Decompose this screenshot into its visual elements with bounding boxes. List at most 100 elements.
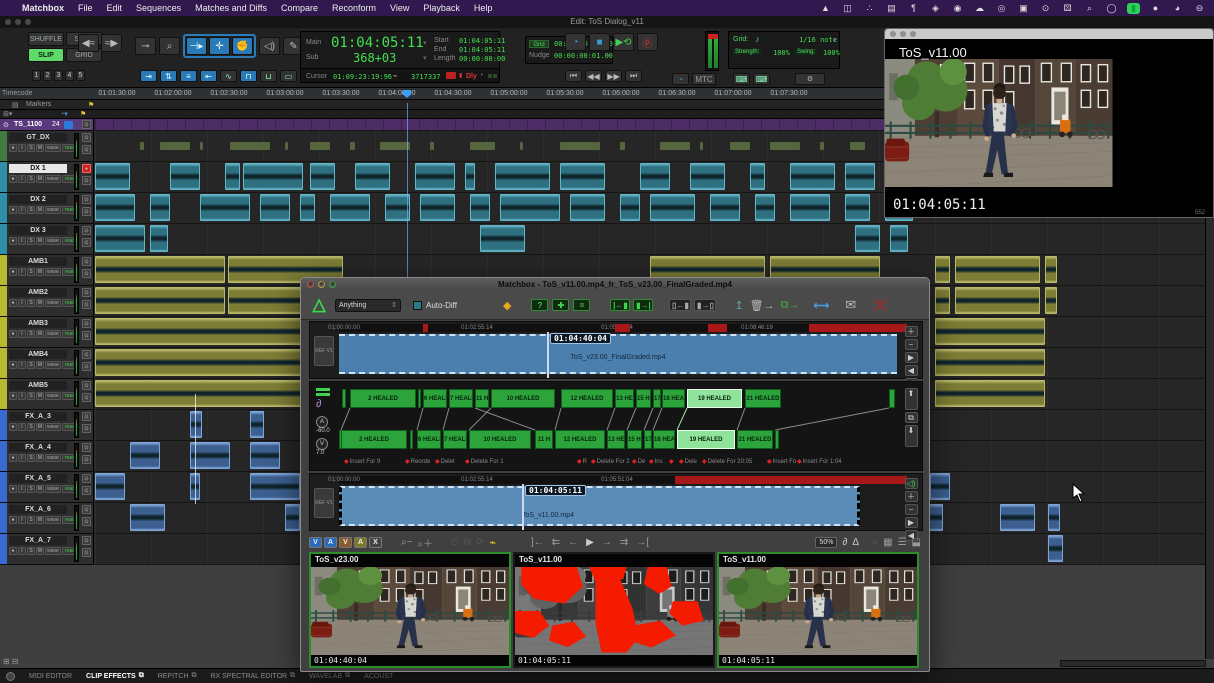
- zoom-preset-5[interactable]: 5: [76, 70, 85, 81]
- track-btn-S[interactable]: S: [27, 237, 35, 245]
- output-window-icon[interactable]: ⊡: [82, 226, 91, 235]
- audio-clip[interactable]: [730, 142, 750, 150]
- audio-clip[interactable]: [1045, 287, 1057, 314]
- selector-tool-icon[interactable]: ✛: [209, 37, 230, 55]
- healed-segment[interactable]: 17: [653, 389, 661, 408]
- change-marker[interactable]: ◆: [669, 458, 675, 465]
- menu-item-matches-and-diffs[interactable]: Matches and Diffs: [195, 3, 267, 13]
- output-window-icon[interactable]: ⊡: [82, 443, 91, 452]
- waveform-view-selector[interactable]: wave: [45, 423, 61, 431]
- video-online-icon[interactable]: [64, 121, 73, 129]
- zoom-preset-1[interactable]: 1: [32, 70, 41, 81]
- healed-segment[interactable]: 2 HEALED: [341, 430, 407, 449]
- track-btn-I[interactable]: I: [18, 330, 26, 338]
- track-name[interactable]: AMB2: [9, 288, 67, 297]
- healed-segment[interactable]: 19 HEALED: [687, 389, 742, 408]
- track-btn-●[interactable]: ●: [9, 423, 17, 431]
- track-btn-M[interactable]: M: [36, 423, 44, 431]
- track-btn-S[interactable]: S: [27, 454, 35, 462]
- insert-icon[interactable]: ⊡: [82, 238, 91, 247]
- status-icon-16[interactable]: ◕: [1171, 3, 1184, 13]
- track-btn-I[interactable]: I: [18, 423, 26, 431]
- audio-clip[interactable]: [955, 256, 1040, 283]
- rewind-button[interactable]: ◀◀: [585, 70, 602, 82]
- nudge-match-right-icon[interactable]: ▮→▯: [694, 299, 716, 311]
- video-window[interactable]: ToS_v11.00 01:04:05:11 552: [884, 28, 1214, 218]
- audio-clip[interactable]: [250, 442, 280, 469]
- step-back-icon[interactable]: ←: [568, 537, 578, 548]
- healed-segment[interactable]: 15 HE: [627, 430, 642, 449]
- main-counter[interactable]: 01:04:05:11: [331, 35, 424, 51]
- edit-function-icon-2[interactable]: ≡: [180, 70, 197, 82]
- audio-clip[interactable]: [470, 194, 490, 221]
- waveform-view-selector[interactable]: wave: [45, 485, 61, 493]
- track-btn-●[interactable]: ●: [9, 485, 17, 493]
- grid-note-value[interactable]: 1/16 note: [799, 36, 837, 44]
- audio-clip[interactable]: [465, 163, 475, 190]
- status-icon-5[interactable]: ◈: [929, 3, 942, 14]
- track-btn-M[interactable]: M: [36, 547, 44, 555]
- waveform-view-selector[interactable]: wave: [45, 547, 61, 555]
- track-name[interactable]: AMB3: [9, 319, 67, 328]
- sub-counter[interactable]: 368+03: [353, 51, 396, 65]
- audio-clip[interactable]: [130, 442, 160, 469]
- track-btn-●[interactable]: ●: [9, 237, 17, 245]
- layout-view-icon[interactable]: ⬓: [912, 537, 921, 548]
- track-btn-●[interactable]: ●: [9, 144, 17, 152]
- audio-clip[interactable]: [430, 142, 434, 150]
- bottom-tab-acoust[interactable]: ACOUST: [364, 673, 393, 680]
- audio-clip[interactable]: [820, 142, 824, 150]
- audio-clip[interactable]: [250, 411, 264, 438]
- track-btn-●[interactable]: ●: [9, 206, 17, 214]
- track-btn-M[interactable]: M: [36, 361, 44, 369]
- play-back-icon[interactable]: ◀: [905, 365, 918, 376]
- swing-value[interactable]: 100%: [823, 49, 840, 57]
- status-icon-3[interactable]: ▤: [885, 3, 898, 14]
- edit-function-icon-5[interactable]: ⊓: [240, 70, 257, 82]
- menu-item-help[interactable]: Help: [474, 3, 493, 13]
- waveform-view-selector[interactable]: wave: [45, 237, 61, 245]
- menu-item-edit[interactable]: Edit: [107, 3, 123, 13]
- lightbulb-icon[interactable]: ⚑: [80, 110, 86, 118]
- healed-segment[interactable]: [775, 430, 779, 449]
- insert-icon[interactable]: ⊡: [82, 362, 91, 371]
- zoom-out-tool[interactable]: ◀≈: [78, 34, 99, 52]
- change-marker[interactable]: ◆Dele: [679, 458, 697, 465]
- merge-up-icon[interactable]: ↥: [734, 299, 743, 312]
- audio-clip[interactable]: [230, 142, 270, 150]
- track-name[interactable]: AMB4: [9, 350, 67, 359]
- audio-clip[interactable]: [95, 256, 225, 283]
- audio-clip[interactable]: [330, 194, 370, 221]
- track-btn-M[interactable]: M: [36, 516, 44, 524]
- audio-clip[interactable]: [95, 163, 130, 190]
- record-enable-icon[interactable]: ●: [82, 164, 91, 173]
- track-btn-S[interactable]: S: [27, 175, 35, 183]
- track-btn-S[interactable]: S: [27, 299, 35, 307]
- audio-clip[interactable]: [495, 163, 550, 190]
- track-name[interactable]: GT_DX: [9, 133, 67, 142]
- track-name[interactable]: DX 1: [9, 164, 67, 173]
- audio-clip[interactable]: [790, 194, 830, 221]
- healed-segment[interactable]: 18 HEAL: [662, 389, 685, 408]
- track-btn-S[interactable]: S: [27, 206, 35, 214]
- healed-segment[interactable]: 18 HEAL: [653, 430, 675, 449]
- track-btn-I[interactable]: I: [18, 268, 26, 276]
- audio-clip[interactable]: [1045, 256, 1057, 283]
- track-btn-M[interactable]: M: [36, 144, 44, 152]
- audio-clip[interactable]: [845, 163, 875, 190]
- insert-icon[interactable]: ⊡: [82, 145, 91, 154]
- audio-clip[interactable]: [570, 194, 605, 221]
- zoom-in-icon[interactable]: ＋: [905, 326, 918, 337]
- healed-segment[interactable]: 21 HEALED: [737, 430, 773, 449]
- ffwd-button[interactable]: ▶▶: [605, 70, 622, 82]
- grabber-tool-icon[interactable]: ✊: [232, 37, 253, 55]
- zoom-in-icon-2[interactable]: ＋: [905, 491, 918, 502]
- edit-function-icon-4[interactable]: ∿: [220, 70, 237, 82]
- track-btn-M[interactable]: M: [36, 175, 44, 183]
- timeline-insertion-icon[interactable]: [446, 72, 456, 79]
- waveform-view-selector[interactable]: wave: [45, 144, 61, 152]
- match-action-1[interactable]: ✚: [552, 299, 569, 311]
- insert-icon[interactable]: ⊡: [82, 424, 91, 433]
- audio-clip[interactable]: [95, 473, 125, 500]
- healed-segment[interactable]: [418, 389, 421, 408]
